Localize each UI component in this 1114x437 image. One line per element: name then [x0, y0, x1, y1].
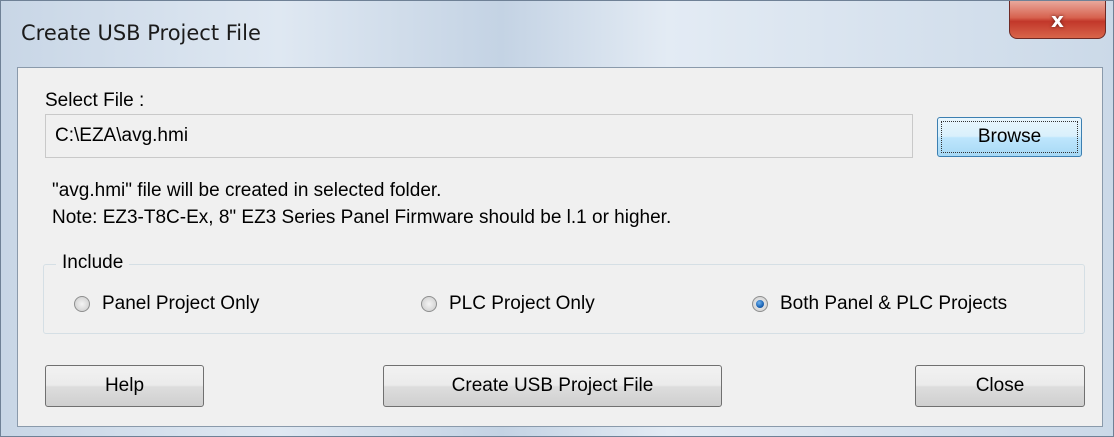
title-bar[interactable]: Create USB Project File x — [1, 1, 1113, 65]
window-title: Create USB Project File — [21, 21, 261, 45]
browse-button[interactable]: Browse — [937, 117, 1082, 157]
help-button-label: Help — [104, 375, 145, 396]
radio-button-icon[interactable] — [74, 296, 90, 312]
dialog-window: Create USB Project File x Select File : … — [0, 0, 1114, 437]
radio-label: Both Panel & PLC Projects — [780, 293, 1008, 314]
close-button[interactable]: Close — [915, 365, 1085, 407]
create-button-label: Create USB Project File — [451, 375, 654, 396]
help-button[interactable]: Help — [45, 365, 204, 407]
info-note-text: Note: EZ3-T8C-Ex, 8" EZ3 Series Panel Fi… — [52, 207, 672, 228]
info-created-text: "avg.hmi" file will be created in select… — [52, 180, 442, 201]
file-path-field[interactable] — [45, 114, 913, 158]
radio-plc-project-only[interactable]: PLC Project Only — [421, 293, 595, 315]
select-file-label: Select File : — [45, 90, 145, 111]
radio-both-projects[interactable]: Both Panel & PLC Projects — [752, 293, 1007, 315]
window-close-button[interactable]: x — [1009, 1, 1106, 39]
radio-panel-project-only[interactable]: Panel Project Only — [74, 293, 259, 315]
close-button-label: Close — [975, 375, 1025, 396]
close-icon: x — [1051, 7, 1064, 32]
radio-label: Panel Project Only — [102, 293, 260, 314]
radio-button-selected-icon[interactable] — [752, 296, 768, 312]
radio-button-icon[interactable] — [421, 296, 437, 312]
focus-rectangle — [941, 121, 1078, 153]
create-usb-project-file-button[interactable]: Create USB Project File — [383, 365, 722, 407]
dialog-client-area: Select File : Browse "avg.hmi" file will… — [17, 67, 1103, 427]
include-group-legend: Include — [56, 252, 130, 274]
radio-label: PLC Project Only — [449, 293, 595, 314]
